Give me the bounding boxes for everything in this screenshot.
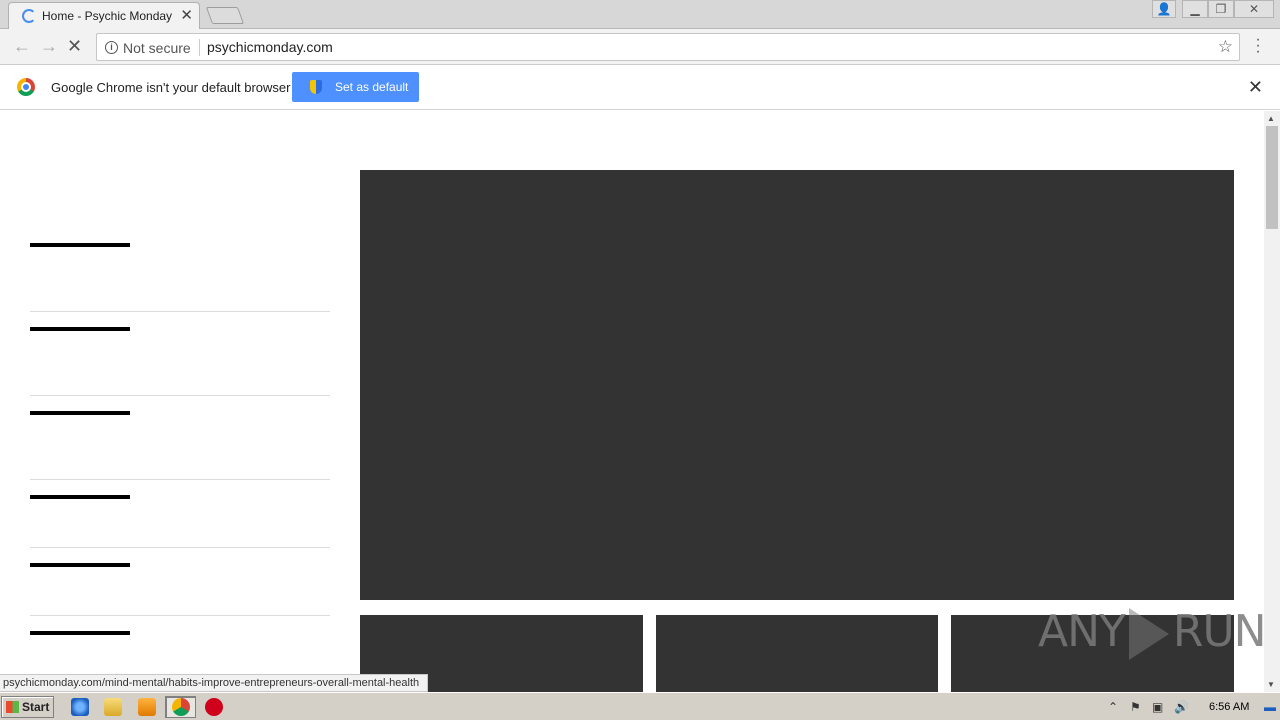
scroll-up-arrow-icon[interactable]: ▲ <box>1267 114 1275 123</box>
anyrun-watermark: ANY RUN <box>1038 606 1267 660</box>
watermark-right-text: RUN <box>1172 606 1267 657</box>
nav-item-placeholder[interactable] <box>30 495 130 499</box>
nav-item-placeholder[interactable] <box>30 563 130 567</box>
forward-arrow-icon[interactable]: → <box>40 37 58 55</box>
infobar-message: Google Chrome isn't your default browser <box>51 80 291 95</box>
internet-explorer-icon[interactable] <box>71 698 89 716</box>
media-player-icon[interactable] <box>138 698 156 716</box>
browser-tab-strip: Home - Psychic Monday ✕ 👤 ▁ ❐ ✕ <box>0 0 1280 29</box>
close-window-button[interactable]: ✕ <box>1234 0 1274 18</box>
start-button[interactable]: Start <box>1 696 54 718</box>
uac-shield-icon <box>310 80 322 94</box>
url-text[interactable]: psychicmonday.com <box>207 39 333 55</box>
chrome-logo-icon <box>17 78 35 96</box>
network-icon[interactable]: ▣ <box>1152 700 1163 714</box>
taskbar-chrome-button[interactable] <box>165 696 196 718</box>
nav-item-placeholder[interactable] <box>30 243 130 247</box>
volume-icon[interactable]: 🔊 <box>1174 700 1189 714</box>
article-card-placeholder[interactable] <box>656 615 938 692</box>
nav-divider <box>30 547 330 548</box>
windows-logo-icon <box>6 701 19 713</box>
nav-divider <box>30 311 330 312</box>
profile-icon[interactable]: 👤 <box>1152 0 1176 18</box>
scroll-thumb[interactable] <box>1266 126 1278 229</box>
opera-icon[interactable] <box>205 698 223 716</box>
show-desktop-icon[interactable]: ▬ <box>1264 700 1276 714</box>
stop-loading-icon[interactable]: ✕ <box>67 37 82 55</box>
watermark-left-text: ANY <box>1038 606 1126 657</box>
restore-button[interactable]: ❐ <box>1208 0 1234 18</box>
play-logo-icon <box>1128 608 1169 660</box>
set-as-default-button[interactable]: Set as default <box>292 72 419 102</box>
omnibox-divider <box>199 39 200 56</box>
default-browser-infobar: Google Chrome isn't your default browser… <box>0 65 1280 110</box>
nav-divider <box>30 615 330 616</box>
clock[interactable]: 6:56 AM <box>1209 701 1249 713</box>
hero-image-placeholder[interactable] <box>360 170 1234 600</box>
tab-home[interactable]: Home - Psychic Monday ✕ <box>8 2 200 29</box>
file-explorer-icon[interactable] <box>104 698 122 716</box>
action-center-flag-icon[interactable]: ⚑ <box>1130 700 1141 714</box>
loading-spinner-icon <box>22 9 36 23</box>
infobar-close-icon[interactable]: ✕ <box>1248 77 1263 98</box>
tab-close-icon[interactable]: ✕ <box>180 6 193 24</box>
new-tab-button[interactable] <box>205 7 245 24</box>
bookmark-star-icon[interactable]: ☆ <box>1218 37 1233 57</box>
scroll-down-arrow-icon[interactable]: ▼ <box>1267 680 1275 689</box>
chrome-icon <box>172 698 190 716</box>
start-label: Start <box>22 700 50 714</box>
nav-item-placeholder[interactable] <box>30 631 130 635</box>
browser-toolbar: ← → ✕ i Not secure psychicmonday.com ☆ ·… <box>0 29 1280 65</box>
security-label[interactable]: Not secure <box>123 40 191 56</box>
set-as-default-label: Set as default <box>335 80 409 94</box>
nav-item-placeholder[interactable] <box>30 327 130 331</box>
show-hidden-icons-icon[interactable]: ⌃ <box>1108 700 1118 714</box>
info-icon[interactable]: i <box>105 41 118 54</box>
link-status-bubble: psychicmonday.com/mind-mental/habits-imp… <box>0 674 429 692</box>
back-arrow-icon[interactable]: ← <box>13 37 31 55</box>
address-bar[interactable]: i Not secure psychicmonday.com ☆ <box>96 33 1240 61</box>
nav-divider <box>30 395 330 396</box>
minimize-button[interactable]: ▁ <box>1182 0 1208 18</box>
page-scrollbar[interactable]: ▲ ▼ <box>1264 111 1280 692</box>
tab-title: Home - Psychic Monday <box>42 9 173 23</box>
nav-item-placeholder[interactable] <box>30 411 130 415</box>
nav-divider <box>30 479 330 480</box>
system-tray: ⌃ ⚑ ▣ 🔊 6:56 AM ▬ <box>1106 696 1280 718</box>
chrome-menu-icon[interactable]: · · · <box>1252 32 1264 60</box>
windows-taskbar: Start ⌃ ⚑ ▣ 🔊 6:56 AM ▬ <box>0 692 1280 720</box>
page-viewport <box>0 111 1264 692</box>
